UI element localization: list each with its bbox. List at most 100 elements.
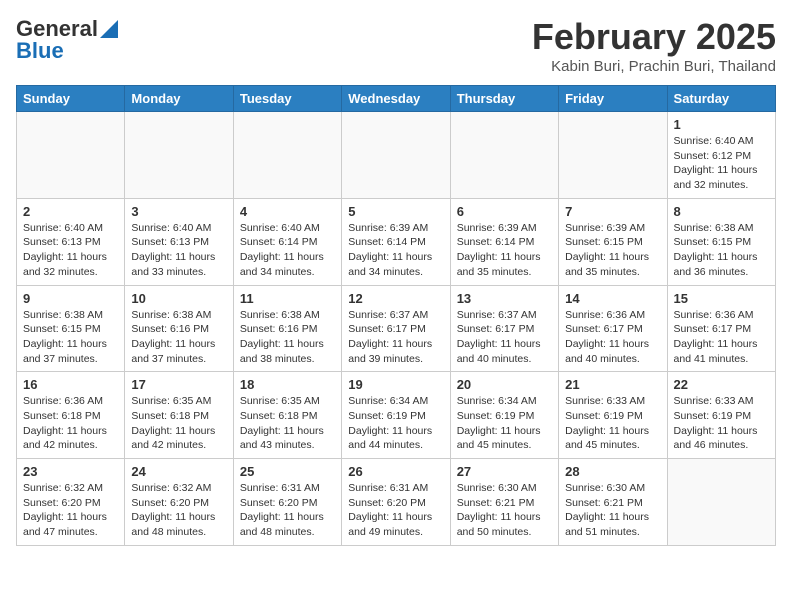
day-number: 13 [457,291,552,306]
weekday-header-saturday: Saturday [667,86,775,112]
day-number: 26 [348,464,443,479]
day-info: Sunrise: 6:37 AM Sunset: 6:17 PM Dayligh… [348,308,443,367]
calendar-cell: 12 Sunrise: 6:37 AM Sunset: 6:17 PM Dayli… [342,285,450,372]
day-number: 4 [240,204,335,219]
day-number: 5 [348,204,443,219]
day-info: Sunrise: 6:38 AM Sunset: 6:16 PM Dayligh… [240,308,335,367]
day-number: 21 [565,377,660,392]
calendar-cell: 22 Sunrise: 6:33 AM Sunset: 6:19 PM Dayli… [667,372,775,459]
calendar-cell [17,112,125,199]
calendar-cell: 25 Sunrise: 6:31 AM Sunset: 6:20 PM Dayli… [233,459,341,546]
day-number: 1 [674,117,769,132]
day-info: Sunrise: 6:38 AM Sunset: 6:15 PM Dayligh… [23,308,118,367]
day-number: 9 [23,291,118,306]
day-number: 25 [240,464,335,479]
day-number: 14 [565,291,660,306]
weekday-header-row: SundayMondayTuesdayWednesdayThursdayFrid… [17,86,776,112]
calendar-cell: 6Sunrise: 6:39 AM Sunset: 6:14 PM Daylig… [450,198,558,285]
calendar-cell [450,112,558,199]
day-info: Sunrise: 6:33 AM Sunset: 6:19 PM Dayligh… [674,394,769,453]
week-row-2: 2 Sunrise: 6:40 AM Sunset: 6:13 PM Daylig… [17,198,776,285]
week-row-3: 9 Sunrise: 6:38 AM Sunset: 6:15 PM Daylig… [17,285,776,372]
calendar-cell: 19 Sunrise: 6:34 AM Sunset: 6:19 PM Dayli… [342,372,450,459]
calendar-cell: 27 Sunrise: 6:30 AM Sunset: 6:21 PM Dayli… [450,459,558,546]
calendar-cell: 10Sunrise: 6:38 AM Sunset: 6:16 PM Dayli… [125,285,233,372]
calendar-cell: 15Sunrise: 6:36 AM Sunset: 6:17 PM Dayli… [667,285,775,372]
calendar-cell: 28 Sunrise: 6:30 AM Sunset: 6:21 PM Dayli… [559,459,667,546]
day-number: 20 [457,377,552,392]
day-number: 18 [240,377,335,392]
day-info: Sunrise: 6:40 AM Sunset: 6:14 PM Dayligh… [240,221,335,280]
day-info: Sunrise: 6:37 AM Sunset: 6:17 PM Dayligh… [457,308,552,367]
day-info: Sunrise: 6:33 AM Sunset: 6:19 PM Dayligh… [565,394,660,453]
day-info: Sunrise: 6:31 AM Sunset: 6:20 PM Dayligh… [348,481,443,540]
day-number: 22 [674,377,769,392]
calendar-cell: 2Sunrise: 6:40 AM Sunset: 6:13 PM Daylig… [17,198,125,285]
day-info: Sunrise: 6:34 AM Sunset: 6:19 PM Dayligh… [457,394,552,453]
weekday-header-sunday: Sunday [17,86,125,112]
calendar-cell [667,459,775,546]
day-number: 11 [240,291,335,306]
calendar-cell: 4 Sunrise: 6:40 AM Sunset: 6:14 PM Daylig… [233,198,341,285]
calendar-cell: 23 Sunrise: 6:32 AM Sunset: 6:20 PM Dayli… [17,459,125,546]
calendar-cell [233,112,341,199]
day-info: Sunrise: 6:39 AM Sunset: 6:14 PM Dayligh… [348,221,443,280]
day-number: 7 [565,204,660,219]
location: Kabin Buri, Prachin Buri, Thailand [532,58,776,75]
day-info: Sunrise: 6:31 AM Sunset: 6:20 PM Dayligh… [240,481,335,540]
logo-blue: Blue [16,38,64,64]
day-info: Sunrise: 6:38 AM Sunset: 6:15 PM Dayligh… [674,221,769,280]
day-number: 24 [131,464,226,479]
day-info: Sunrise: 6:36 AM Sunset: 6:17 PM Dayligh… [565,308,660,367]
day-info: Sunrise: 6:34 AM Sunset: 6:19 PM Dayligh… [348,394,443,453]
day-info: Sunrise: 6:38 AM Sunset: 6:16 PM Dayligh… [131,308,226,367]
logo-arrow-icon [100,20,118,38]
calendar-cell [342,112,450,199]
day-info: Sunrise: 6:39 AM Sunset: 6:15 PM Dayligh… [565,221,660,280]
calendar-cell: 9 Sunrise: 6:38 AM Sunset: 6:15 PM Daylig… [17,285,125,372]
day-info: Sunrise: 6:35 AM Sunset: 6:18 PM Dayligh… [240,394,335,453]
day-info: Sunrise: 6:40 AM Sunset: 6:13 PM Dayligh… [131,221,226,280]
day-number: 2 [23,204,118,219]
title-area: February 2025 Kabin Buri, Prachin Buri, … [532,16,776,75]
calendar-cell: 18 Sunrise: 6:35 AM Sunset: 6:18 PM Dayli… [233,372,341,459]
day-number: 27 [457,464,552,479]
day-number: 17 [131,377,226,392]
day-info: Sunrise: 6:32 AM Sunset: 6:20 PM Dayligh… [131,481,226,540]
day-number: 3 [131,204,226,219]
calendar-cell: 7 Sunrise: 6:39 AM Sunset: 6:15 PM Daylig… [559,198,667,285]
weekday-header-thursday: Thursday [450,86,558,112]
calendar-cell [559,112,667,199]
calendar-cell: 17Sunrise: 6:35 AM Sunset: 6:18 PM Dayli… [125,372,233,459]
week-row-5: 23 Sunrise: 6:32 AM Sunset: 6:20 PM Dayli… [17,459,776,546]
weekday-header-wednesday: Wednesday [342,86,450,112]
day-info: Sunrise: 6:30 AM Sunset: 6:21 PM Dayligh… [457,481,552,540]
page-header: General Blue February 2025 Kabin Buri, P… [16,16,776,75]
day-number: 28 [565,464,660,479]
day-info: Sunrise: 6:36 AM Sunset: 6:17 PM Dayligh… [674,308,769,367]
weekday-header-friday: Friday [559,86,667,112]
calendar-cell: 26 Sunrise: 6:31 AM Sunset: 6:20 PM Dayli… [342,459,450,546]
calendar-table: SundayMondayTuesdayWednesdayThursdayFrid… [16,85,776,546]
week-row-1: 1Sunrise: 6:40 AM Sunset: 6:12 PM Daylig… [17,112,776,199]
calendar-cell: 14 Sunrise: 6:36 AM Sunset: 6:17 PM Dayli… [559,285,667,372]
week-row-4: 16Sunrise: 6:36 AM Sunset: 6:18 PM Dayli… [17,372,776,459]
day-number: 19 [348,377,443,392]
day-number: 23 [23,464,118,479]
calendar-cell: 13 Sunrise: 6:37 AM Sunset: 6:17 PM Dayli… [450,285,558,372]
calendar-cell: 5 Sunrise: 6:39 AM Sunset: 6:14 PM Daylig… [342,198,450,285]
month-title: February 2025 [532,16,776,58]
calendar-cell: 1Sunrise: 6:40 AM Sunset: 6:12 PM Daylig… [667,112,775,199]
calendar-cell [125,112,233,199]
day-number: 16 [23,377,118,392]
weekday-header-monday: Monday [125,86,233,112]
calendar-cell: 20 Sunrise: 6:34 AM Sunset: 6:19 PM Dayli… [450,372,558,459]
calendar-cell: 3 Sunrise: 6:40 AM Sunset: 6:13 PM Daylig… [125,198,233,285]
day-number: 12 [348,291,443,306]
day-info: Sunrise: 6:30 AM Sunset: 6:21 PM Dayligh… [565,481,660,540]
calendar-cell: 11 Sunrise: 6:38 AM Sunset: 6:16 PM Dayli… [233,285,341,372]
weekday-header-tuesday: Tuesday [233,86,341,112]
calendar-cell: 16Sunrise: 6:36 AM Sunset: 6:18 PM Dayli… [17,372,125,459]
day-number: 6 [457,204,552,219]
day-info: Sunrise: 6:32 AM Sunset: 6:20 PM Dayligh… [23,481,118,540]
